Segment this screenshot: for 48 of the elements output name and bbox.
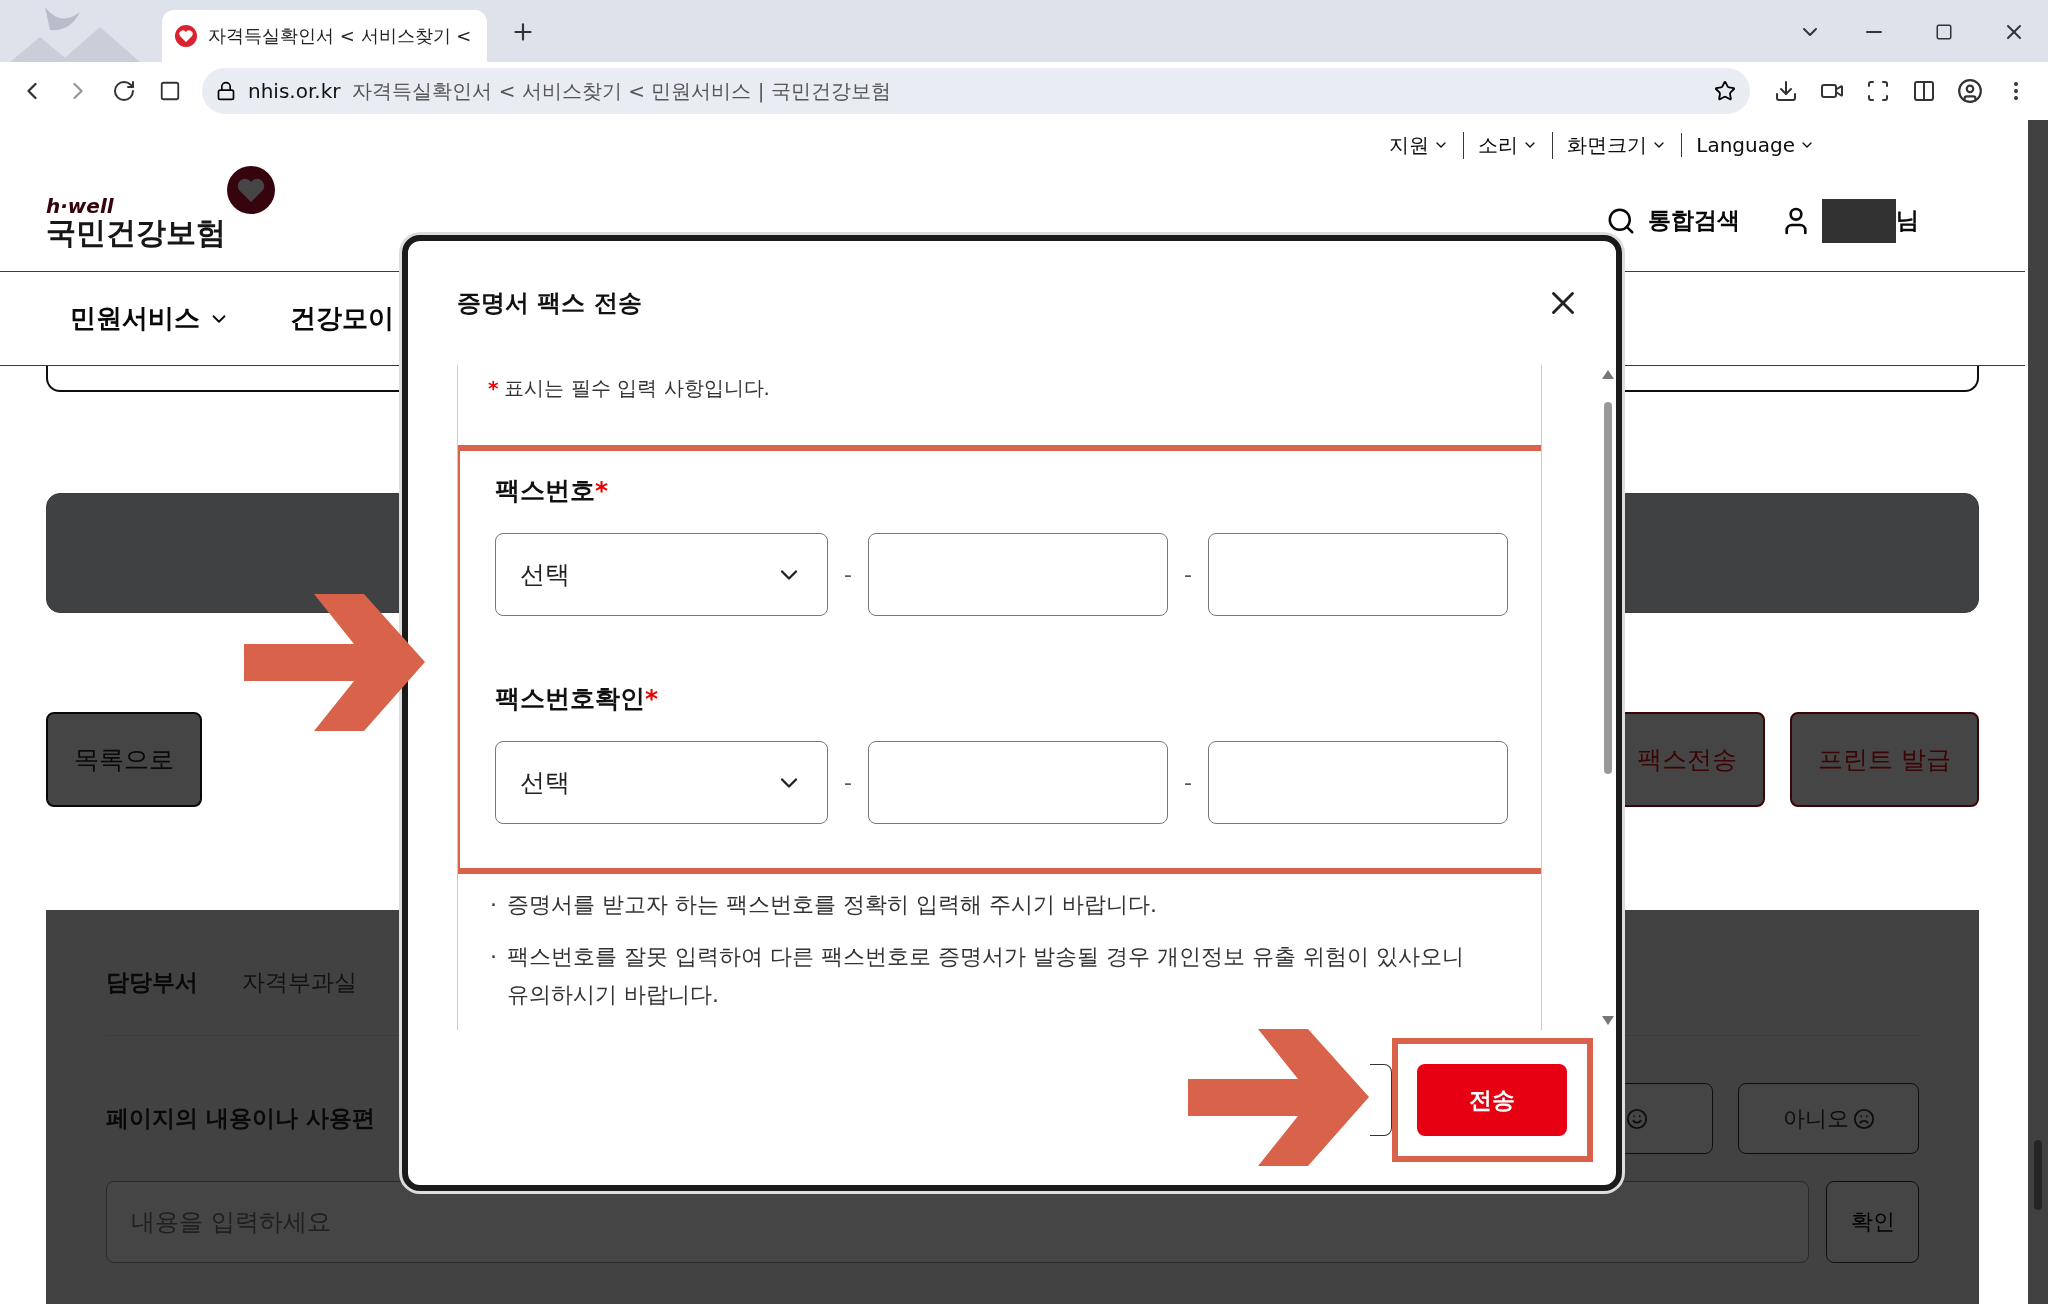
area-code-select[interactable]: 선택 [495, 533, 828, 616]
fax-number-field[interactable] [1208, 741, 1508, 824]
utility-link[interactable]: Language [1681, 133, 1829, 157]
required-asterisk: * [488, 376, 499, 400]
frown-icon [1852, 1107, 1875, 1130]
area-code-select[interactable]: 선택 [495, 741, 828, 824]
feedback-question: 페이지의 내용이나 사용편 [106, 1104, 375, 1133]
send-button[interactable]: 전송 [1417, 1064, 1567, 1136]
utility-link[interactable]: 지원 [1375, 131, 1464, 159]
lock-icon [216, 81, 236, 101]
logo-name: 국민건강보험 [46, 217, 226, 248]
search-link[interactable]: 통합검색 [1606, 205, 1740, 236]
url-title: 자격득실확인서 < 서비스찾기 < 민원서비스 | 국민건강보험 [352, 77, 892, 105]
required-note: 표시는 필수 입력 사항입니다. [504, 374, 770, 402]
bullet: · [490, 891, 497, 919]
page-scrollbar[interactable] [2028, 120, 2048, 1304]
nav-item[interactable]: 민원서비스 [70, 301, 230, 336]
scroll-up-icon[interactable] [1602, 370, 1614, 379]
favicon-icon [174, 24, 198, 48]
browser-tab[interactable]: 자격득실확인서 < 서비스찾기 < [162, 10, 487, 62]
separator: - [1183, 770, 1193, 795]
address-bar[interactable]: nhis.or.kr 자격득실확인서 < 서비스찾기 < 민원서비스 | 국민건강보험 [202, 68, 1750, 114]
utility-link[interactable]: 화면크기 [1552, 131, 1682, 159]
field-label: 팩스번호확인* [495, 683, 660, 713]
arrow-annotation-icon [244, 594, 425, 731]
smile-icon [1626, 1107, 1648, 1130]
url-domain: nhis.or.kr [248, 79, 341, 103]
note-text: 증명서를 받고자 하는 팩스번호를 정확히 입력해 주시기 바랍니다. [507, 891, 1158, 919]
fax-number-field[interactable] [868, 533, 1168, 616]
field-label: 팩스번호* [495, 475, 610, 505]
separator: - [1183, 562, 1193, 587]
arrow-annotation-icon [1188, 1029, 1369, 1166]
tab-title: 자격득실확인서 < 서비스찾기 < [208, 24, 472, 48]
user-suffix: 님 [1896, 206, 1919, 235]
department-label: 담당부서 [106, 967, 198, 997]
bullet: · [490, 943, 497, 971]
star-icon[interactable] [1714, 80, 1736, 102]
fax-number-field[interactable] [1208, 533, 1508, 616]
scroll-down-icon[interactable] [1602, 1016, 1614, 1025]
logo-tagline: h·well [46, 193, 115, 218]
nav-item[interactable]: 건강모이 [290, 301, 394, 336]
utility-link[interactable]: 소리 [1463, 131, 1553, 159]
separator: - [843, 562, 853, 587]
dialog-title: 증명서 팩스 전송 [457, 288, 643, 319]
fax-number-field[interactable] [868, 741, 1168, 824]
dialog-button[interactable] [1370, 1064, 1392, 1136]
separator: - [843, 770, 853, 795]
note-text: 팩스번호를 잘못 입력하여 다른 팩스번호로 증명서가 발송될 경우 개인정보 유출 위험이 있사오니 유의하시기 바랍니다. [507, 943, 1465, 1009]
